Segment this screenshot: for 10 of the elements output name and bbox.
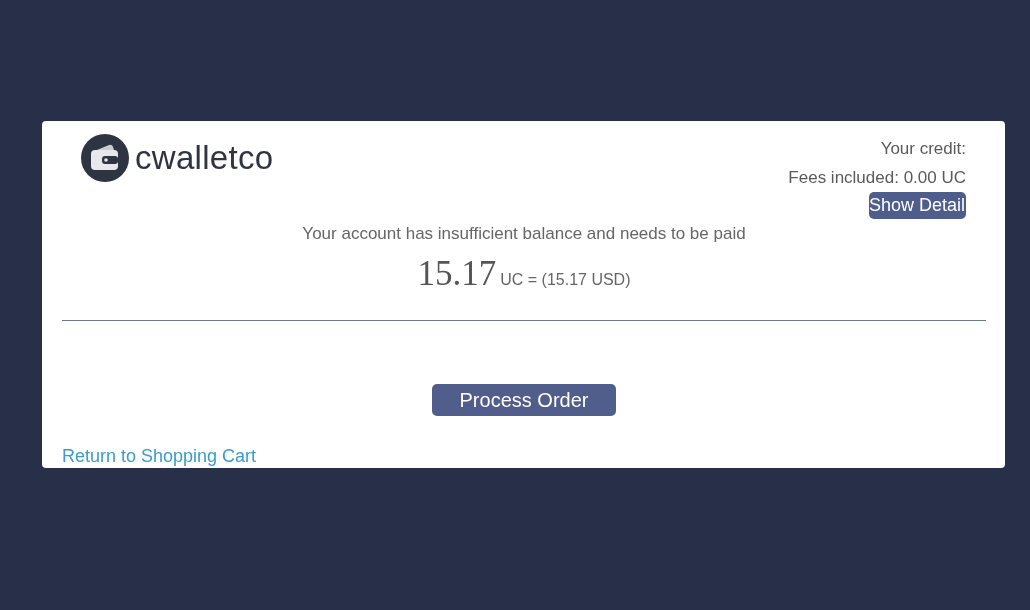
return-to-cart-link[interactable]: Return to Shopping Cart [62,444,257,468]
logo-text: cwalletco [135,138,274,178]
balance-message: Your account has insufficient balance and needs to be paid [301,223,747,245]
process-order-button[interactable]: Process Order [432,384,616,416]
amount-conversion: UC = (15.17 USD) [500,270,631,290]
show-detail-button[interactable]: Show Detail [868,192,966,219]
amount-value: 15.17 [417,254,497,294]
fees-text: Fees included: 0.00 UC [788,167,966,189]
credit-label: Your credit: [880,138,966,160]
wallet-icon [81,134,129,182]
